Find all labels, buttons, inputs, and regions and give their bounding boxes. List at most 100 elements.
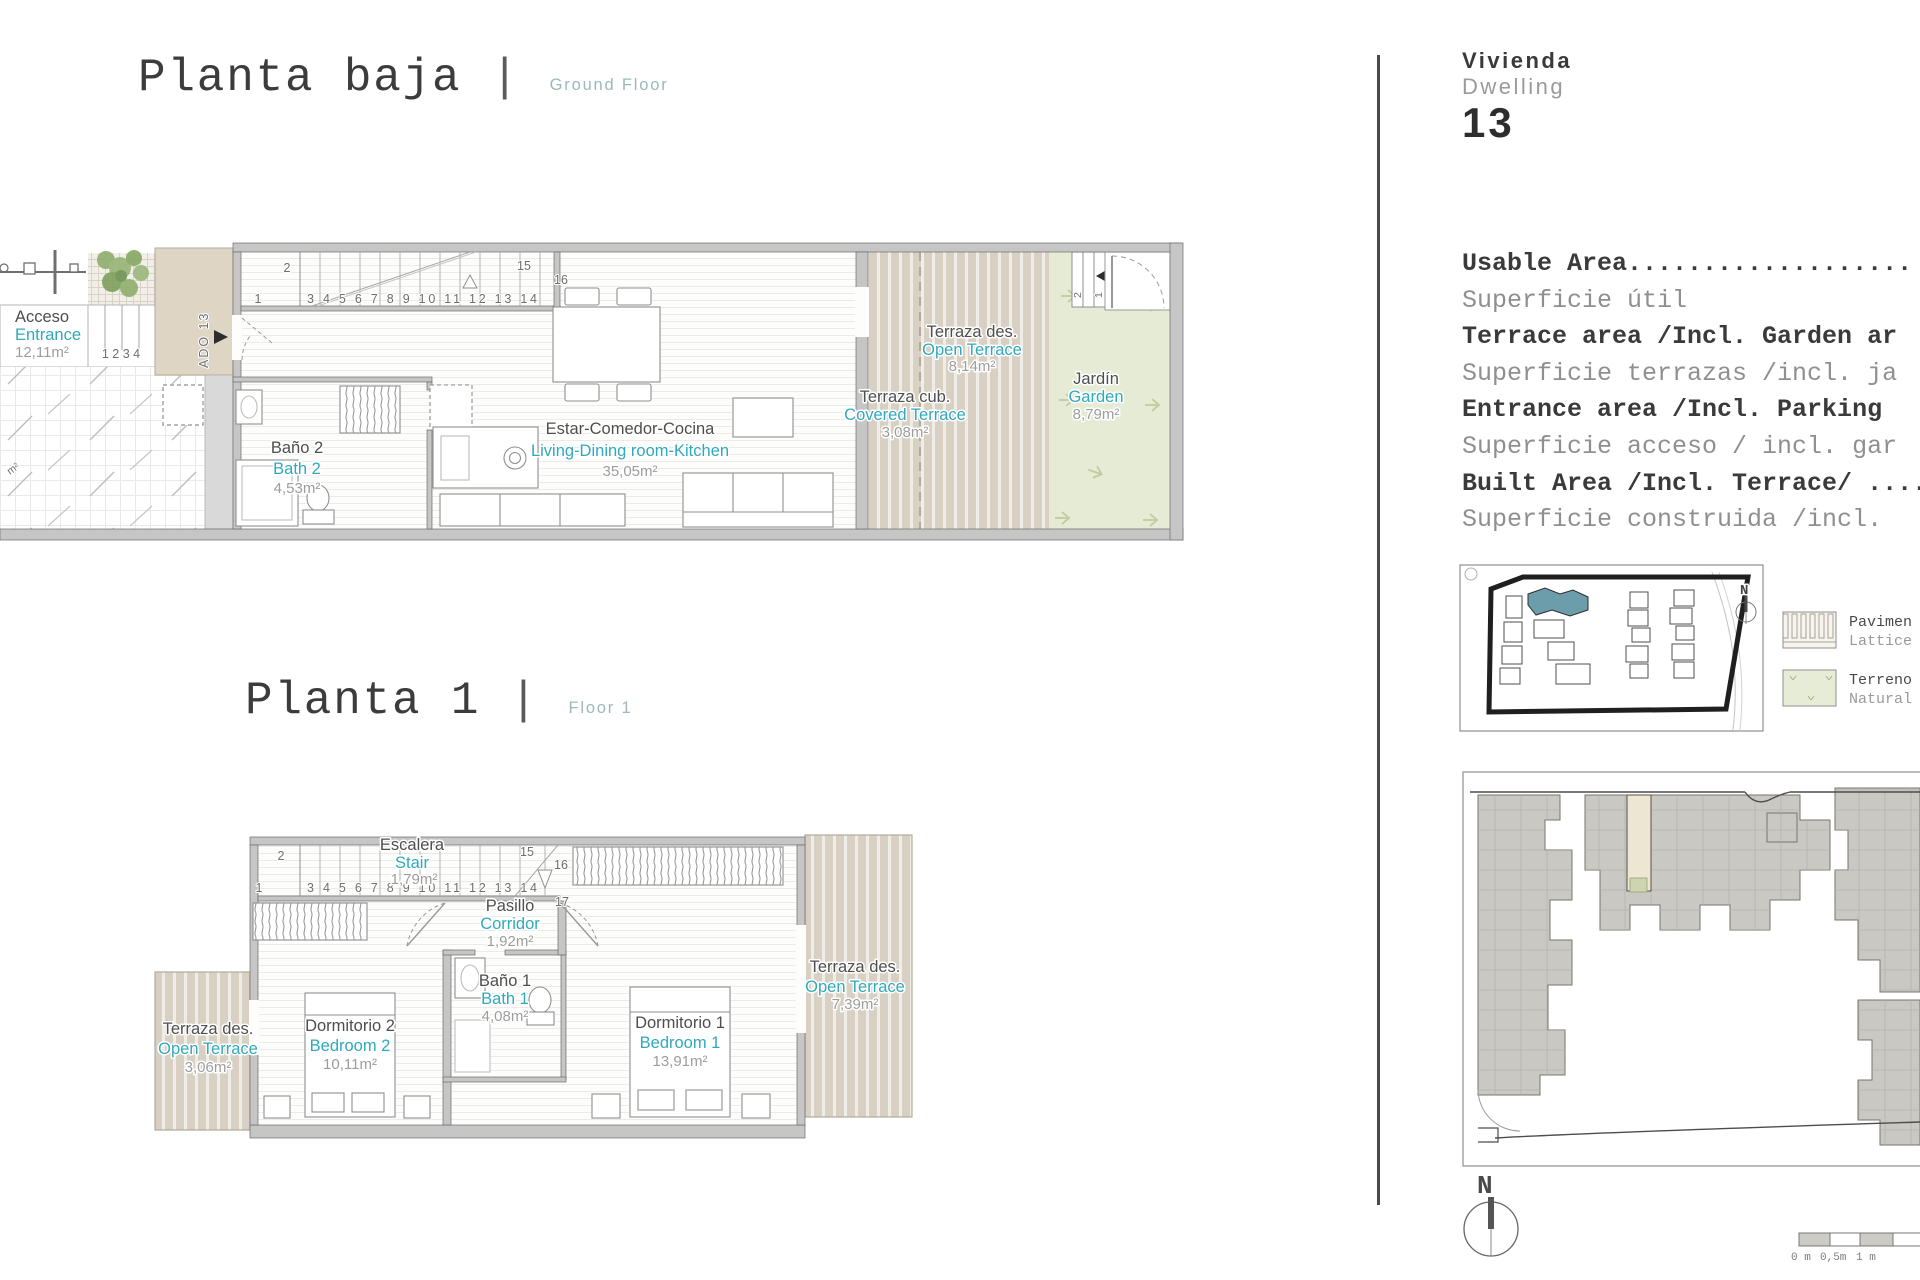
nightstand — [403, 1095, 431, 1119]
svg-text:Pasillo: Pasillo — [486, 897, 535, 915]
toilet-icon — [528, 986, 552, 1014]
legend: Pavimen Lattice Terreno Natural — [1782, 611, 1914, 710]
svg-text:Terraza des.: Terraza des. — [927, 323, 1018, 341]
garden-entry-steps: 2 1 — [1071, 251, 1171, 311]
key-map: N — [1459, 564, 1764, 732]
label-bano2: Baño 2 Bath 2 4,53m² — [269, 438, 324, 499]
shower — [454, 1019, 491, 1073]
nightstand — [591, 1093, 621, 1119]
svg-text:17: 17 — [555, 895, 569, 909]
svg-text:Open Terrace: Open Terrace — [805, 978, 905, 996]
svg-text:Bedroom 2: Bedroom 2 — [310, 1037, 391, 1055]
label-garden: Jardín Garden 8,79m² — [1067, 369, 1125, 425]
svg-text:Bedroom 1: Bedroom 1 — [640, 1034, 721, 1052]
svg-text:1: 1 — [255, 292, 262, 306]
svg-text:1,79m²: 1,79m² — [391, 871, 438, 888]
entry-ramp — [154, 247, 234, 376]
wardrobe-bedroom1 — [572, 846, 784, 886]
label-bano1: Baño 1 Bath 1 4,08m² — [477, 971, 532, 1027]
dashed-marker — [162, 384, 204, 426]
svg-text:Terraza des.: Terraza des. — [810, 958, 901, 976]
step-number: 1 — [1093, 292, 1105, 298]
svg-text:4,53m²: 4,53m² — [274, 480, 321, 497]
svg-text:15: 15 — [517, 259, 531, 273]
legend-lattice-es: Pavimen — [1849, 614, 1912, 631]
step-number: 2 — [1072, 292, 1084, 298]
scale-label-1: 1 m — [1856, 1252, 1876, 1264]
svg-text:Baño 2: Baño 2 — [271, 439, 323, 457]
tv-bench — [732, 397, 794, 438]
svg-text:2: 2 — [284, 261, 291, 275]
floor1-terrace-right — [804, 834, 913, 1118]
svg-text:Jardín: Jardín — [1073, 370, 1119, 388]
chair — [564, 287, 600, 306]
svg-text:Bath 1: Bath 1 — [481, 990, 529, 1008]
svg-text:Terraza des.: Terraza des. — [163, 1020, 254, 1038]
svg-text:Dormitorio 1: Dormitorio 1 — [635, 1014, 725, 1032]
terrace-door-opening — [855, 287, 869, 337]
svg-text:13,91m²: 13,91m² — [652, 1053, 707, 1070]
svg-text:Living-Dining room-Kitchen: Living-Dining room-Kitchen — [531, 442, 729, 460]
floor1-plan: 2 1 3 4 5 6 7 8 9 10 11 12 13 14 15 16 1… — [154, 834, 913, 1139]
svg-text:Corridor: Corridor — [480, 915, 540, 933]
svg-text:N: N — [1477, 1171, 1493, 1201]
svg-text:3,08m²: 3,08m² — [882, 424, 929, 441]
label-pasillo: Pasillo Corridor 1,92m² — [479, 896, 542, 952]
unit-entry-label: ADO 13 — [197, 312, 211, 368]
legend-natural-en: Natural — [1849, 691, 1912, 708]
nightstand — [741, 1093, 771, 1119]
sofa — [682, 472, 834, 528]
dashed-void — [429, 384, 473, 428]
legend-swatch-lattice — [1782, 611, 1837, 649]
svg-text:16: 16 — [554, 858, 568, 872]
closet — [339, 385, 401, 434]
chair — [616, 383, 652, 402]
svg-text:Open Terrace: Open Terrace — [922, 341, 1022, 359]
scale-bar: 0 m 0,5m 1 m — [1790, 1232, 1920, 1266]
svg-text:Stair: Stair — [395, 854, 429, 872]
svg-text:8,79m²: 8,79m² — [1073, 406, 1120, 423]
parking-numbers: 1 2 3 4 — [102, 347, 140, 361]
svg-text:4,08m²: 4,08m² — [482, 1008, 529, 1025]
svg-text:1: 1 — [256, 881, 263, 895]
svg-text:Escalera: Escalera — [380, 836, 445, 854]
nightstand — [263, 1095, 291, 1119]
svg-text:7,39m²: 7,39m² — [832, 996, 879, 1013]
svg-text:8,14m²: 8,14m² — [949, 358, 996, 375]
svg-text:2: 2 — [278, 849, 285, 863]
legend-lattice-en: Lattice — [1849, 633, 1912, 650]
svg-text:35,05m²: 35,05m² — [602, 463, 657, 480]
svg-text:Covered Terrace: Covered Terrace — [844, 406, 966, 424]
svg-text:3,06m²: 3,06m² — [185, 1059, 232, 1076]
ground-floor-plan: ADO 13 m² 2 1 2 1 3 4 5 6 7 8 9 10 11 12… — [0, 242, 1184, 541]
svg-text:Entrance: Entrance — [15, 326, 81, 344]
svg-text:15: 15 — [520, 845, 534, 859]
svg-text:Garden: Garden — [1068, 388, 1123, 406]
svg-text:Bath 2: Bath 2 — [273, 460, 321, 478]
legend-swatch-natural — [1782, 669, 1837, 707]
brochure-page: { "titles":{ "ground_es":"Planta baja","… — [0, 0, 1920, 1280]
svg-text:Estar-Comedor-Cocina: Estar-Comedor-Cocina — [546, 420, 716, 438]
svg-text:Acceso: Acceso — [15, 308, 69, 326]
dining-table — [552, 306, 661, 383]
wardrobe-bedroom2 — [252, 902, 368, 941]
svg-text:16: 16 — [554, 273, 568, 287]
legend-natural-es: Terreno — [1849, 672, 1912, 689]
entry-door-opening — [232, 315, 242, 360]
north-compass: N — [1463, 1170, 1519, 1257]
svg-text:10,11m²: 10,11m² — [323, 1056, 377, 1073]
svg-text:1,92m²: 1,92m² — [487, 933, 534, 950]
svg-text:Open Terrace: Open Terrace — [158, 1040, 258, 1058]
chair — [564, 383, 600, 402]
svg-text:Dormitorio 2: Dormitorio 2 — [305, 1017, 395, 1035]
sideboard — [439, 493, 626, 527]
scale-label-05: 0,5m — [1820, 1252, 1847, 1264]
plans-artwork: ADO 13 m² 2 1 2 1 3 4 5 6 7 8 9 10 11 12… — [0, 242, 1920, 1266]
chair — [616, 287, 652, 306]
scale-label-0: 0 m — [1791, 1252, 1811, 1264]
highlighted-unit-13 — [1626, 794, 1652, 892]
svg-text:Baño 1: Baño 1 — [479, 972, 531, 990]
ground-entrance-court: ADO 13 m² — [0, 247, 234, 530]
svg-text:12,11m²: 12,11m² — [15, 344, 69, 361]
svg-text:Terraza cub.: Terraza cub. — [860, 388, 951, 406]
